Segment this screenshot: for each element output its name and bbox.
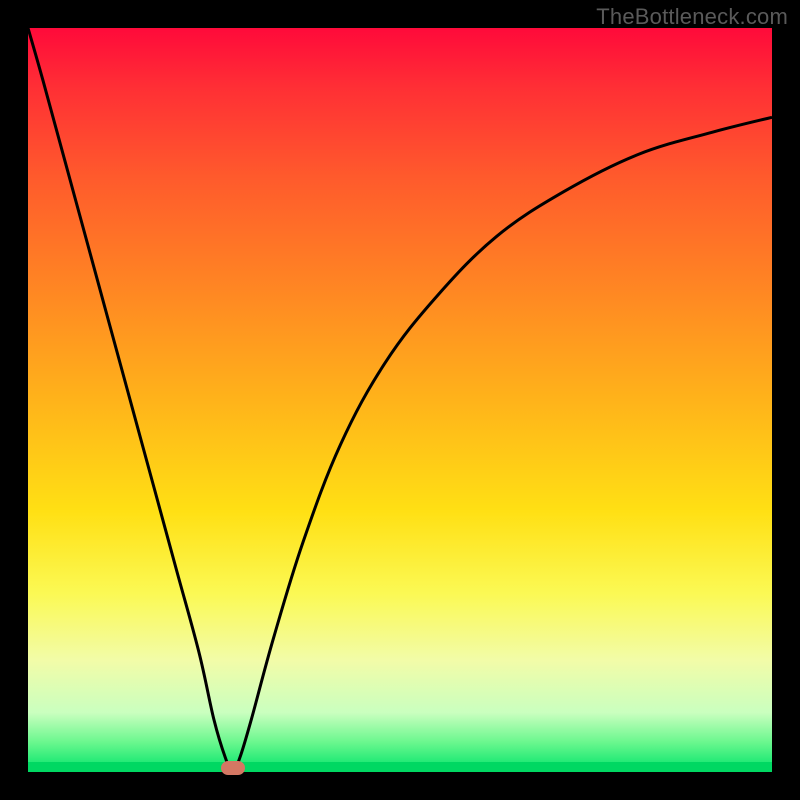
plot-area	[28, 28, 772, 772]
chart-container: TheBottleneck.com	[0, 0, 800, 800]
curve-line	[28, 28, 772, 772]
minimum-marker	[221, 761, 245, 775]
watermark-text: TheBottleneck.com	[596, 4, 788, 30]
gradient-floor	[28, 762, 772, 772]
bottleneck-curve	[28, 28, 772, 772]
